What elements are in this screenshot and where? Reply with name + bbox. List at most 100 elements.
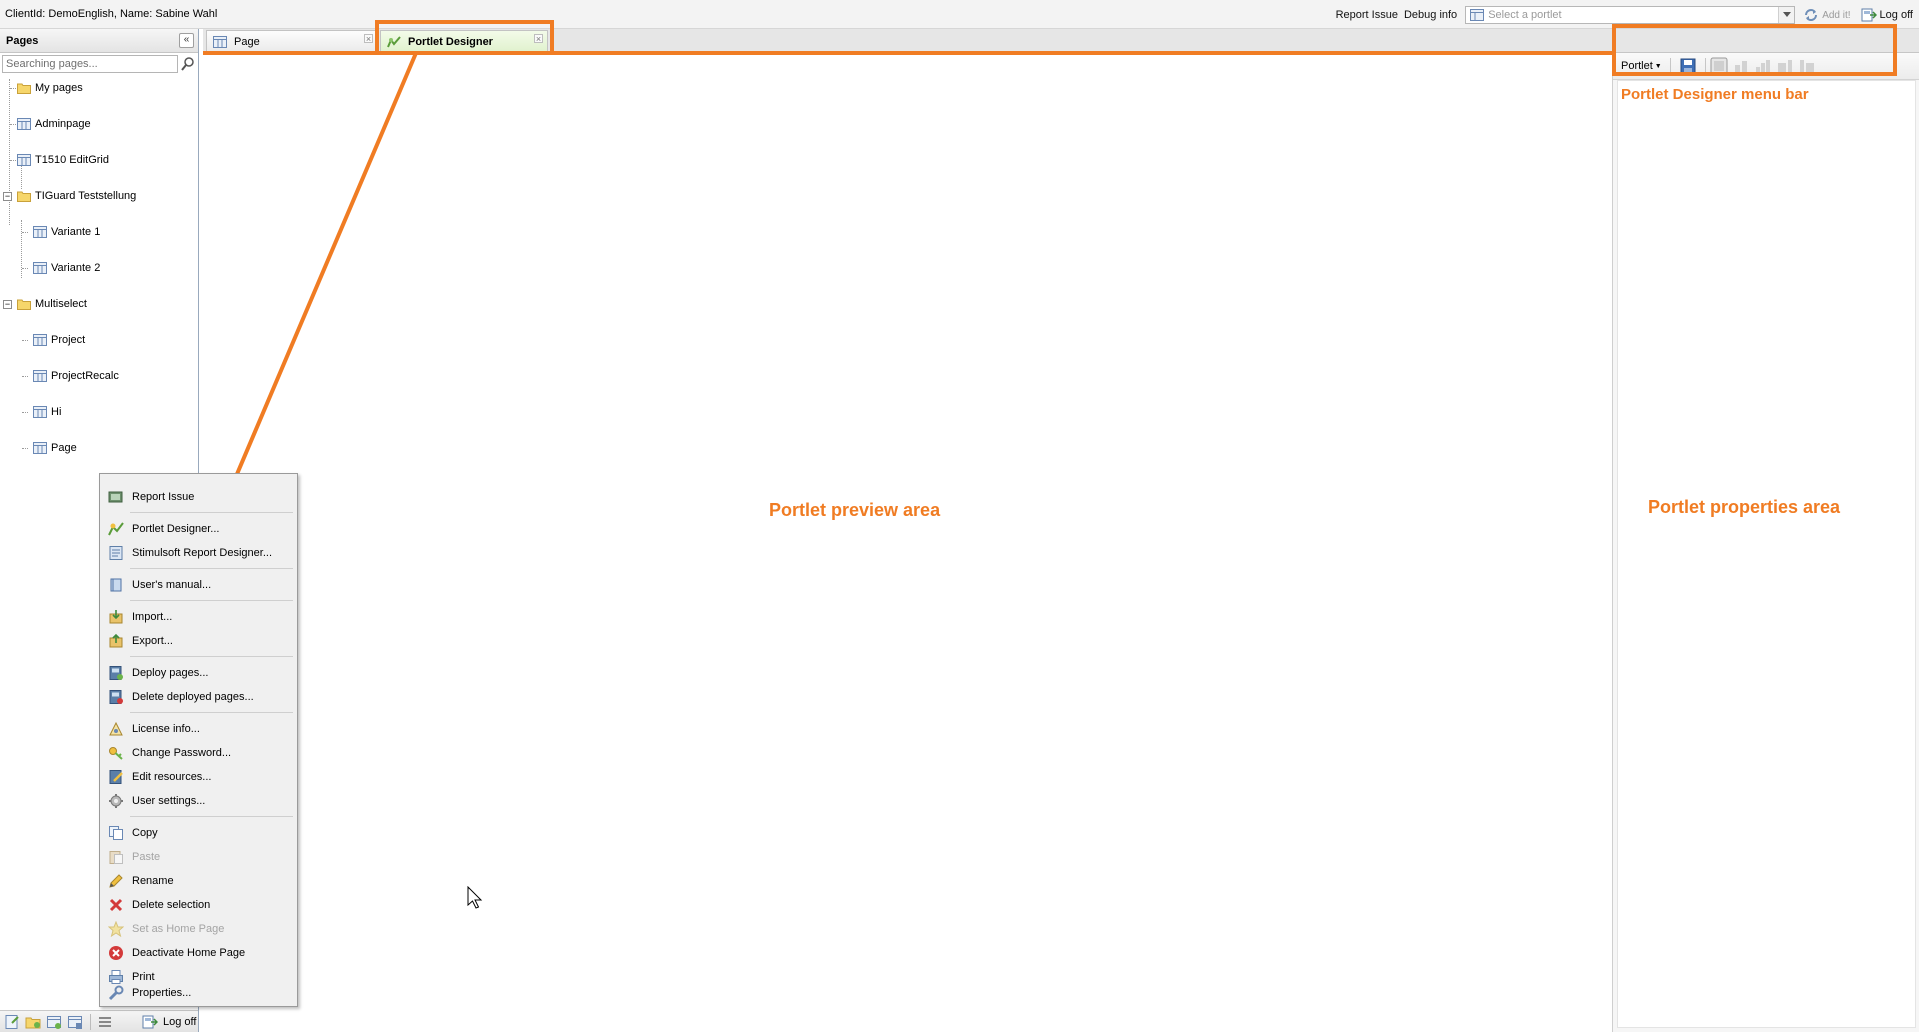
menu-item-license-info[interactable]: License info... <box>102 718 295 740</box>
bottom-log-off-button[interactable]: Log off <box>142 1014 196 1030</box>
collapse-toggle-icon[interactable]: − <box>3 300 12 309</box>
tree-folder[interactable]: − TIGuard Teststellung <box>0 187 198 205</box>
menu-item-edit-resources[interactable]: Edit resources... <box>102 766 295 788</box>
menu-icon[interactable] <box>97 1014 113 1030</box>
tree-item[interactable]: ProjectRecalc <box>0 367 198 385</box>
bottom-log-off-label: Log off <box>163 1015 197 1028</box>
gear-icon <box>109 794 123 808</box>
menu-item-label: Portlet Designer... <box>132 523 220 535</box>
debug-info-link[interactable]: Debug info <box>1404 9 1457 21</box>
portlet-select[interactable]: Select a portlet <box>1465 6 1796 24</box>
menu-item-user-settings[interactable]: User settings... <box>102 790 295 812</box>
logoff-icon[interactable] <box>1861 7 1877 23</box>
tree-item[interactable]: Hi <box>0 403 198 421</box>
tree-item[interactable]: Variante 2 <box>0 259 198 277</box>
menu-item-label: Edit resources... <box>132 771 212 783</box>
tree-item[interactable]: T1510 EditGrid <box>0 151 198 169</box>
tree-item-label: Adminpage <box>35 118 91 130</box>
collapse-toggle-icon[interactable]: − <box>3 192 12 201</box>
close-icon[interactable]: × <box>364 34 373 44</box>
tab-page[interactable]: Page × <box>206 30 378 53</box>
annotation-box-underline <box>552 51 1614 55</box>
top-right-actions: Report Issue Debug info Select a portlet… <box>1330 5 1913 25</box>
menu-item-export[interactable]: Export... <box>102 630 295 652</box>
pages-panel-header: Pages « <box>0 29 198 53</box>
annotation-preview-area: Portlet preview area <box>769 500 941 520</box>
tree-item-label: Project <box>51 334 86 346</box>
tree-item-label: T1510 EditGrid <box>35 154 109 166</box>
menu-item-delete-deployed-pages[interactable]: Delete deployed pages... <box>102 686 295 708</box>
tree-folder[interactable]: − Multiselect <box>0 295 198 313</box>
tree-item[interactable]: My pages <box>0 79 198 97</box>
menu-item-label: User's manual... <box>132 579 212 591</box>
annotation-properties-area: Portlet properties area <box>1648 497 1841 517</box>
search-pages-input[interactable] <box>2 55 178 73</box>
menu-item-report-issue[interactable]: Report Issue <box>102 486 295 508</box>
folder-icon <box>17 83 31 94</box>
pencil-icon <box>109 874 123 888</box>
add-page-icon[interactable] <box>46 1014 62 1030</box>
wrench-icon <box>108 985 124 1001</box>
annotation-box-menubar <box>1612 24 1897 76</box>
deploy-icon <box>109 666 123 680</box>
menu-separator <box>130 816 293 817</box>
log-off-link[interactable]: Log off <box>1880 9 1913 21</box>
menu-item-label: License info... <box>132 723 200 735</box>
folder-icon <box>17 299 31 310</box>
page-icon <box>33 406 47 418</box>
menu-item-copy[interactable]: Copy <box>102 822 295 844</box>
client-info: ClientId: DemoEnglish, Name: Sabine Wahl <box>5 8 218 20</box>
tree-item[interactable]: Project <box>0 331 198 349</box>
menu-item-portlet-designer[interactable]: Portlet Designer... <box>102 518 295 540</box>
annotation-box-tab-underline <box>203 51 377 55</box>
page-settings-icon[interactable] <box>67 1014 83 1030</box>
add-it-button[interactable]: Add it! <box>1822 10 1850 21</box>
new-page-icon[interactable] <box>4 1014 20 1030</box>
menu-item-label: Rename <box>132 875 174 887</box>
tree-item-label: Variante 1 <box>51 226 101 238</box>
menu-item-label: Copy <box>132 827 158 839</box>
collapse-panel-button[interactable]: « <box>179 33 194 48</box>
tab-label: Page <box>234 36 260 48</box>
designer-icon <box>108 522 124 536</box>
folder-icon <box>17 191 31 202</box>
tree-item[interactable]: Variante 1 <box>0 223 198 241</box>
menu-item-stimulsoft-report-designer[interactable]: Stimulsoft Report Designer... <box>102 542 295 564</box>
menu-item-label: Report Issue <box>132 491 195 503</box>
report-issue-link[interactable]: Report Issue <box>1336 9 1398 21</box>
refresh-icon[interactable] <box>1803 7 1819 23</box>
delete-icon <box>109 898 123 912</box>
page-icon <box>17 118 31 130</box>
menu-item-label: Export... <box>132 635 173 647</box>
annotation-box-tab <box>375 20 554 55</box>
menu-item-rename[interactable]: Rename <box>102 870 295 892</box>
search-icon[interactable] <box>180 56 196 72</box>
menu-item-deactivate-home-page[interactable]: Deactivate Home Page <box>102 942 295 964</box>
menu-item-label: Paste <box>132 851 161 863</box>
page-icon <box>33 226 47 238</box>
menu-item-deploy-pages[interactable]: Deploy pages... <box>102 662 295 684</box>
menu-item-import[interactable]: Import... <box>102 606 295 628</box>
new-folder-icon[interactable] <box>25 1014 41 1030</box>
context-menu: Report Issue Portlet Designer... Stimuls… <box>99 473 298 1007</box>
manual-icon <box>110 578 122 592</box>
tree-item[interactable]: Adminpage <box>0 115 198 133</box>
menu-item-delete-selection[interactable]: Delete selection <box>102 894 295 916</box>
page-icon <box>33 262 47 274</box>
import-icon <box>109 610 123 624</box>
tree-item[interactable]: Page <box>0 439 198 457</box>
menu-item-properties[interactable]: Properties... <box>102 982 295 1004</box>
chevron-down-icon[interactable] <box>1778 7 1795 23</box>
paste-icon <box>109 851 123 864</box>
pages-panel-toolbar: Log off <box>0 1010 198 1032</box>
mouse-cursor-icon <box>467 886 483 909</box>
copy-icon <box>109 826 123 840</box>
tree-item-label: My pages <box>35 82 83 94</box>
menu-item-users-manual[interactable]: User's manual... <box>102 574 295 596</box>
pages-tree: My pages Adminpage T1510 EditGrid − TIGu… <box>0 79 198 454</box>
page-icon <box>1470 9 1485 21</box>
portlet-preview-area <box>203 54 1611 1032</box>
tree-item-label: TIGuard Teststellung <box>35 190 137 202</box>
tree-item-label: Variante 2 <box>51 262 101 274</box>
menu-item-change-password[interactable]: Change Password... <box>102 742 295 764</box>
